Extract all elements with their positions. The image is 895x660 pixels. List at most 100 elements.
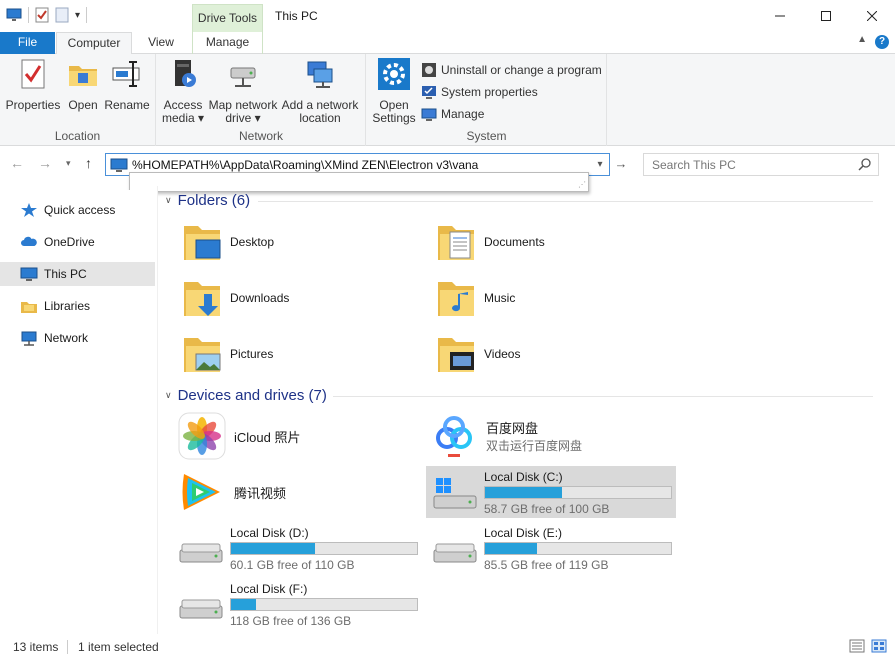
folder-desktop[interactable]: Desktop [182,220,274,264]
drive-usage-bar [230,598,418,611]
computer-icon [6,8,22,21]
address-dropdown-chevron-icon[interactable]: ▾ [591,159,609,170]
folder-label: Music [484,291,516,305]
uninstall-label: Uninstall or change a program [441,63,602,77]
drive-usage-fill [231,543,316,554]
network-icon [21,331,37,346]
folder-documents[interactable]: Documents [436,220,545,264]
add-network-location-button[interactable]: Add a network location [281,58,359,125]
sidebar-item-this-pc[interactable]: This PC [0,262,155,286]
ribbon-tab-bar: File Computer View Manage ▲ ? [0,32,895,55]
device-baidu-netdisk[interactable]: 百度网盘 双击运行百度网盘 [430,412,582,460]
tab-file[interactable]: File [0,32,55,54]
drive-c[interactable]: Local Disk (C:) 58.7 GB free of 100 GB [426,466,676,518]
close-button[interactable] [849,0,895,32]
manage-button[interactable]: Manage [421,106,484,122]
collapse-chevron-icon[interactable]: ∨ [165,195,172,206]
up-arrow-icon[interactable]: ↑ [85,155,92,171]
address-input[interactable]: %HOMEPATH%\AppData\Roaming\XMind ZEN\Ele… [132,158,591,172]
map-network-drive-button[interactable]: Map network drive ▾ [207,58,279,125]
pictures-folder-icon [184,338,221,372]
properties-button[interactable]: Properties [4,58,62,112]
open-settings-button[interactable]: Open Settings [371,58,417,125]
uninstall-program-button[interactable]: Uninstall or change a program [421,62,602,78]
sidebar-item-label: Network [44,331,89,345]
help-icon[interactable]: ? [875,35,889,49]
properties-check-icon[interactable] [35,7,49,23]
drive-d[interactable]: Local Disk (D:) 60.1 GB free of 110 GB [172,522,422,574]
tab-manage[interactable]: Manage [192,32,263,54]
maximize-button[interactable] [803,0,849,32]
folders-section-header[interactable]: ∨ Folders (6) [165,192,250,209]
network-location-icon [307,61,333,88]
folder-videos[interactable]: Videos [436,332,520,376]
status-bar: 13 items 1 item selected [0,634,895,660]
folder-label: Downloads [230,291,290,305]
item-count: 13 items [13,640,59,654]
system-properties-button[interactable]: System properties [421,84,538,100]
device-tencent-video[interactable]: 腾讯视频 [178,468,286,516]
sidebar-item-label: OneDrive [44,235,95,249]
computer-management-icon [421,108,437,121]
title-bar: ▾ Drive Tools This PC [0,0,895,32]
folder-pictures[interactable]: Pictures [182,332,273,376]
drives-section-header[interactable]: ∨ Devices and drives (7) [165,387,327,404]
view-switcher [849,639,887,653]
go-arrow-icon[interactable]: → [612,155,630,173]
close-icon [867,11,877,21]
forward-arrow-icon[interactable]: → [38,155,52,171]
address-autocomplete-dropdown[interactable]: ⋰ [129,172,589,192]
sidebar-item-quick-access[interactable]: Quick access [0,198,155,222]
drive-free-space: 60.1 GB free of 110 GB [230,558,355,572]
search-box[interactable]: Search This PC [643,153,879,176]
folder-label: Desktop [230,235,275,249]
tab-computer[interactable]: Computer [56,32,132,55]
sidebar-item-libraries[interactable]: Libraries [0,294,155,318]
ribbon-group-system: Open Settings Uninstall or change a prog… [367,54,607,146]
open-label: Open [68,98,98,112]
network-group-label: Network [238,129,283,143]
folder-downloads[interactable]: Downloads [182,276,289,320]
open-button[interactable]: Open [64,58,102,112]
pane-divider[interactable] [157,186,158,634]
rename-icon [112,61,140,87]
back-arrow-icon[interactable]: ← [10,155,24,171]
drive-name: Local Disk (F:) [230,582,308,596]
drive-free-space: 85.5 GB free of 119 GB [484,558,609,572]
sidebar-item-network[interactable]: Network [0,326,155,350]
search-placeholder: Search This PC [652,158,736,172]
details-view-icon[interactable] [849,639,865,653]
drive-f[interactable]: Local Disk (F:) 118 GB free of 136 GB [172,578,422,630]
collapse-chevron-icon[interactable]: ∨ [165,390,172,401]
drive-usage-fill [231,599,256,610]
access-media-button[interactable]: Access media ▾ [161,58,205,125]
drive-free-space: 58.7 GB free of 100 GB [484,502,610,516]
drive-e[interactable]: Local Disk (E:) 85.5 GB free of 119 GB [426,522,676,574]
cloud-icon [21,236,37,246]
ribbon-group-network: Access media ▾ Map network drive ▾ Add a… [157,54,366,146]
large-icons-view-icon[interactable] [871,639,887,653]
new-folder-icon[interactable] [55,7,69,23]
resize-grip-icon[interactable]: ⋰ [578,180,586,189]
properties-icon [21,59,45,89]
recent-locations-chevron-icon[interactable]: ▾ [66,158,71,169]
access-media-label-2: media ▾ [161,111,205,125]
device-icloud-photos[interactable]: iCloud 照片 [178,412,300,460]
minimize-icon [775,15,785,17]
tab-view[interactable]: View [137,32,185,54]
maximize-icon [821,11,831,21]
toolbar-divider [86,7,88,23]
add-location-label-2: location [299,111,341,125]
customize-toolbar-chevron-icon[interactable]: ▾ [75,10,80,21]
folder-music[interactable]: Music [436,276,515,320]
sidebar-item-label: Quick access [44,203,116,217]
open-folder-icon [69,66,97,86]
windows-drive-icon [433,478,477,509]
minimize-button[interactable] [757,0,803,32]
rename-button[interactable]: Rename [104,58,150,112]
collapse-ribbon-chevron-icon[interactable]: ▲ [857,34,867,45]
sidebar-item-onedrive[interactable]: OneDrive [0,230,155,254]
drive-tools-context-label: Drive Tools [192,4,263,32]
music-folder-icon [438,282,474,316]
manage-label: Manage [441,107,485,121]
